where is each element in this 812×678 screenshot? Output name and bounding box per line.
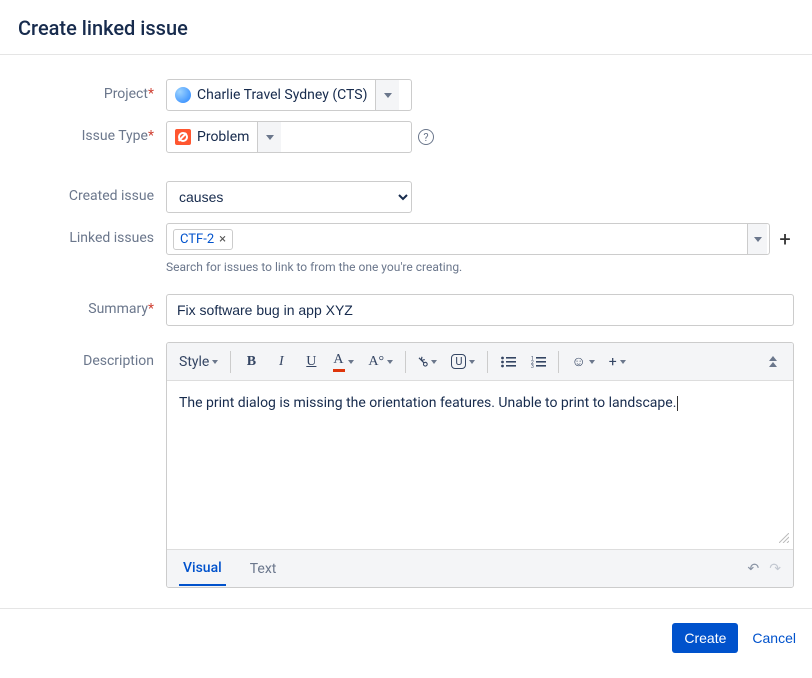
text-cursor: [677, 396, 678, 411]
issue-type-icon: [175, 129, 191, 145]
toolbar-separator: [487, 351, 488, 373]
create-button[interactable]: Create: [672, 623, 738, 653]
underline-button[interactable]: U: [297, 348, 325, 376]
add-linked-issue-button[interactable]: +: [776, 230, 794, 248]
chevron-down-icon: [384, 93, 392, 98]
plus-icon: +: [609, 354, 617, 370]
required-marker: *: [148, 128, 154, 144]
project-label: Project*: [18, 79, 166, 102]
tab-text[interactable]: Text: [246, 553, 281, 585]
description-row: Description Style B I U A A° ⚷ U: [18, 342, 794, 588]
emoji-button[interactable]: ☺: [565, 348, 600, 376]
rich-text-editor: Style B I U A A° ⚷ U 123: [166, 342, 794, 588]
chevron-down-icon: [212, 360, 218, 364]
chevron-down-icon: [266, 135, 274, 140]
resize-handle[interactable]: [167, 531, 793, 549]
issue-type-help-icon[interactable]: ?: [418, 129, 434, 145]
bullet-list-button[interactable]: [494, 348, 522, 376]
summary-row: Summary*: [18, 294, 794, 326]
issue-type-label: Issue Type*: [18, 121, 166, 144]
chevron-down-icon: [589, 360, 595, 364]
dialog-header: Create linked issue: [0, 0, 812, 55]
summary-input[interactable]: [166, 294, 794, 326]
toolbar-separator: [230, 351, 231, 373]
collapse-icon: [769, 356, 777, 367]
chevron-down-icon: [469, 360, 475, 364]
chevron-down-icon: [620, 360, 626, 364]
editor-toolbar: Style B I U A A° ⚷ U 123: [167, 343, 793, 381]
linked-issues-hint: Search for issues to link to from the on…: [166, 260, 794, 274]
svg-text:3: 3: [531, 364, 534, 368]
dialog-footer: Create Cancel: [0, 608, 812, 667]
linked-issues-input[interactable]: CTF-2 ×: [166, 223, 770, 255]
undo-button[interactable]: ↶: [748, 561, 760, 577]
dialog-title: Create linked issue: [18, 16, 794, 40]
project-avatar-icon: [175, 87, 191, 103]
summary-label: Summary*: [18, 294, 166, 317]
description-textarea[interactable]: The print dialog is missing the orientat…: [167, 381, 793, 531]
link-button[interactable]: ⚷: [412, 348, 443, 376]
text-color-button[interactable]: A: [327, 348, 360, 376]
toolbar-separator: [405, 351, 406, 373]
linked-issue-tag[interactable]: CTF-2 ×: [173, 229, 233, 250]
emoji-icon: ☺: [571, 353, 585, 370]
insert-more-button[interactable]: +: [603, 348, 632, 376]
issue-type-dropdown-toggle[interactable]: [257, 122, 281, 152]
numbered-list-icon: 123: [531, 356, 546, 368]
issue-type-row: Issue Type* Problem ?: [18, 121, 794, 153]
linked-issues-label: Linked issues: [18, 223, 166, 246]
created-issue-label: Created issue: [18, 181, 166, 204]
collapse-toolbar-button[interactable]: [759, 348, 787, 376]
project-select[interactable]: Charlie Travel Sydney (CTS): [166, 79, 412, 111]
chevron-down-icon: [754, 237, 762, 242]
project-selected-value: Charlie Travel Sydney (CTS): [197, 87, 367, 103]
linked-issue-key: CTF-2: [180, 232, 214, 247]
editor-footer: Visual Text ↶ ↷: [167, 549, 793, 587]
tab-visual[interactable]: Visual: [179, 552, 226, 586]
created-issue-row: Created issue causes: [18, 181, 794, 213]
attachment-button[interactable]: U: [445, 348, 481, 376]
linked-issues-dropdown-toggle[interactable]: [747, 224, 767, 254]
required-marker: *: [148, 86, 154, 102]
bullet-list-icon: [501, 356, 516, 368]
description-content: The print dialog is missing the orientat…: [179, 395, 676, 411]
cancel-button[interactable]: Cancel: [752, 630, 796, 646]
chevron-down-icon: [348, 360, 354, 364]
created-issue-select[interactable]: causes: [166, 181, 412, 213]
toolbar-separator: [558, 351, 559, 373]
linked-issues-row: Linked issues CTF-2 × + Search for issue…: [18, 223, 794, 274]
project-row: Project* Charlie Travel Sydney (CTS): [18, 79, 794, 111]
project-dropdown-toggle[interactable]: [375, 80, 399, 110]
issue-type-select[interactable]: Problem: [166, 121, 412, 153]
numbered-list-button[interactable]: 123: [524, 348, 552, 376]
redo-button[interactable]: ↷: [769, 561, 781, 577]
form-body: Project* Charlie Travel Sydney (CTS) Iss…: [0, 55, 812, 608]
description-label: Description: [18, 342, 166, 369]
chevron-down-icon: [387, 360, 393, 364]
more-formatting-button[interactable]: A°: [362, 348, 399, 376]
remove-tag-icon[interactable]: ×: [219, 232, 226, 247]
bold-button[interactable]: B: [237, 348, 265, 376]
style-dropdown-button[interactable]: Style: [173, 348, 224, 376]
italic-button[interactable]: I: [267, 348, 295, 376]
required-marker: *: [148, 301, 154, 317]
issue-type-selected-value: Problem: [197, 129, 249, 145]
